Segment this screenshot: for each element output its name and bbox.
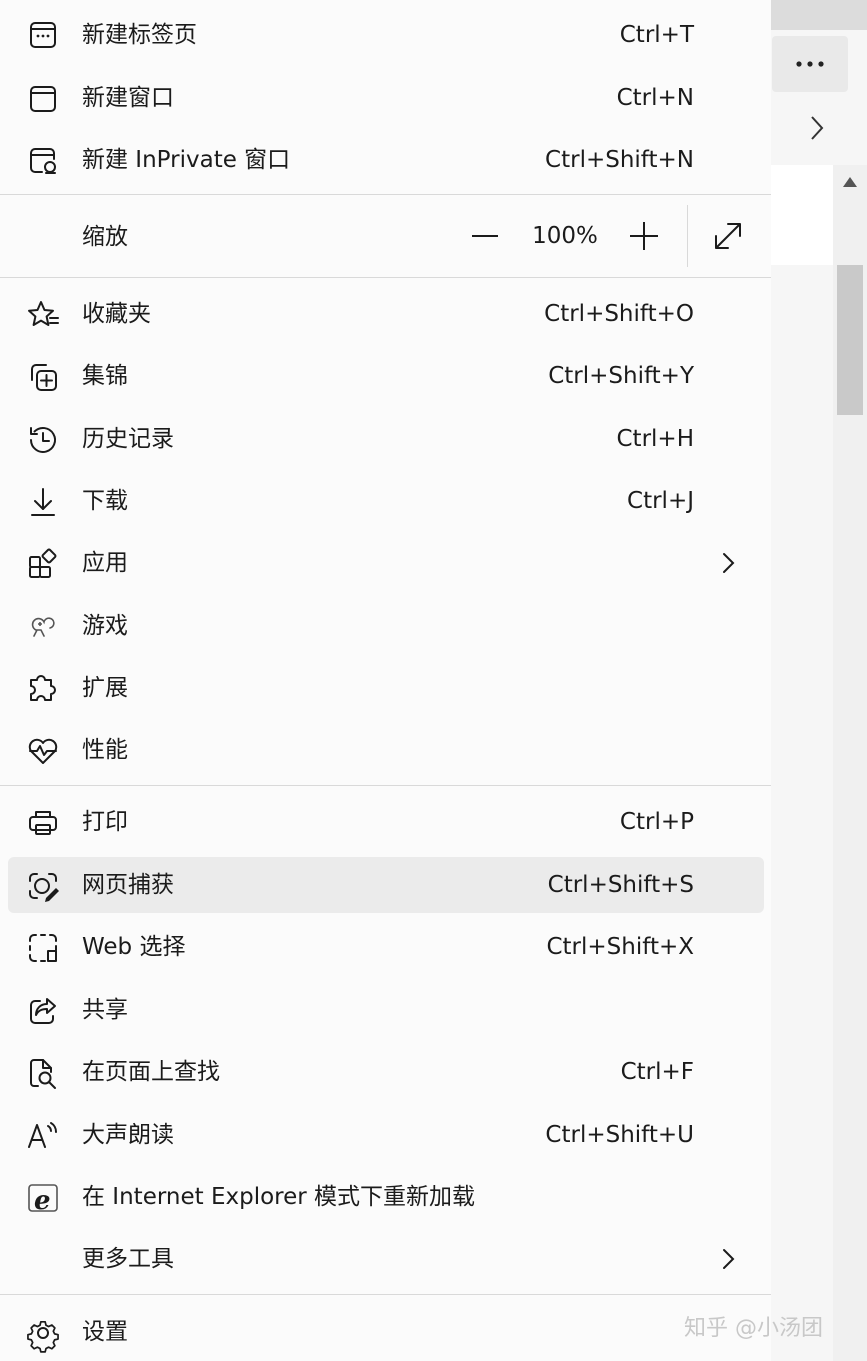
menu-divider bbox=[0, 194, 771, 195]
menu-item-new-inprivate-window[interactable]: 新建 InPrivate 窗口 Ctrl+Shift+N bbox=[8, 132, 764, 188]
menu-item-label: Web 选择 bbox=[82, 934, 186, 960]
settings-icon bbox=[26, 1316, 60, 1353]
menu-item-shortcut: Ctrl+Shift+O bbox=[544, 301, 694, 327]
zoom-level: 100% bbox=[532, 223, 598, 249]
favorites-star-icon bbox=[26, 298, 60, 332]
menu-item-print[interactable]: 打印 Ctrl+P bbox=[8, 794, 764, 850]
menu-item-games[interactable]: 游戏 bbox=[8, 598, 764, 654]
read-aloud-icon bbox=[26, 1119, 60, 1153]
menu-item-label: 大声朗读 bbox=[82, 1122, 174, 1148]
menu-item-read-aloud[interactable]: 大声朗读 Ctrl+Shift+U bbox=[8, 1107, 764, 1163]
menu-item-shortcut: Ctrl+F bbox=[620, 1059, 694, 1085]
menu-divider bbox=[0, 1294, 771, 1295]
menu-item-collections[interactable]: 集锦 Ctrl+Shift+Y bbox=[8, 348, 764, 404]
menu-item-label: 网页捕获 bbox=[82, 872, 174, 898]
menu-item-label: 新建 InPrivate 窗口 bbox=[82, 147, 291, 173]
web-capture-icon bbox=[26, 869, 60, 903]
more-dots-icon bbox=[796, 61, 824, 67]
menu-item-label: 新建标签页 bbox=[82, 22, 197, 48]
menu-item-shortcut: Ctrl+Shift+Y bbox=[548, 363, 694, 389]
zoom-in-button[interactable] bbox=[622, 214, 666, 258]
zoom-out-button[interactable] bbox=[462, 218, 506, 254]
svg-text:e: e bbox=[34, 1186, 51, 1216]
settings-menu: 新建标签页 Ctrl+T 新建窗口 Ctrl+N 新建 InPrivate 窗口… bbox=[0, 0, 771, 1361]
menu-item-shortcut: Ctrl+Shift+N bbox=[545, 147, 694, 173]
menu-divider bbox=[0, 277, 771, 278]
zoom-label: 缩放 bbox=[82, 224, 128, 250]
menu-item-label: 扩展 bbox=[82, 675, 128, 701]
apps-icon bbox=[26, 547, 60, 581]
menu-item-label: 在 Internet Explorer 模式下重新加载 bbox=[82, 1184, 476, 1210]
fullscreen-icon bbox=[715, 223, 741, 249]
menu-item-label: 更多工具 bbox=[82, 1246, 174, 1272]
new-window-icon bbox=[26, 82, 60, 116]
watermark: 知乎 @小汤团 bbox=[684, 1316, 823, 1341]
menu-item-shortcut: Ctrl+H bbox=[616, 426, 695, 452]
new-tab-icon bbox=[26, 19, 60, 53]
menu-item-label: 打印 bbox=[82, 809, 128, 835]
menu-item-label: 性能 bbox=[82, 737, 128, 763]
chevron-right-icon[interactable] bbox=[800, 108, 834, 148]
menu-item-web-capture[interactable]: 网页捕获 Ctrl+Shift+S bbox=[8, 857, 764, 913]
history-icon bbox=[26, 423, 60, 457]
menu-item-shortcut: Ctrl+J bbox=[627, 488, 694, 514]
scrollbar-thumb[interactable] bbox=[837, 265, 863, 415]
menu-item-label: 应用 bbox=[82, 550, 128, 576]
menu-item-shortcut: Ctrl+Shift+U bbox=[545, 1122, 694, 1148]
menu-item-label: 下载 bbox=[82, 488, 128, 514]
print-icon bbox=[26, 806, 60, 840]
chevron-right-icon bbox=[716, 551, 740, 575]
menu-item-shortcut: Ctrl+Shift+S bbox=[547, 872, 694, 898]
menu-item-label: 在页面上查找 bbox=[82, 1059, 220, 1085]
menu-item-reload-in-ie-mode[interactable]: e 在 Internet Explorer 模式下重新加载 bbox=[8, 1169, 764, 1225]
scroll-up-arrow-icon[interactable] bbox=[840, 172, 860, 192]
share-icon bbox=[26, 994, 60, 1028]
menu-item-share[interactable]: 共享 bbox=[8, 982, 764, 1038]
menu-item-label: 共享 bbox=[82, 997, 128, 1023]
ie-mode-icon: e bbox=[26, 1181, 60, 1216]
menu-item-label: 集锦 bbox=[82, 363, 128, 389]
menu-item-new-tab[interactable]: 新建标签页 Ctrl+T bbox=[8, 7, 764, 63]
page-content bbox=[771, 165, 833, 265]
menu-item-downloads[interactable]: 下载 Ctrl+J bbox=[8, 473, 764, 529]
menu-item-performance[interactable]: 性能 bbox=[8, 722, 764, 778]
menu-item-label: 新建窗口 bbox=[82, 85, 174, 111]
close-tab-icon[interactable] bbox=[804, 0, 834, 10]
inprivate-icon bbox=[26, 144, 60, 178]
menu-item-extensions[interactable]: 扩展 bbox=[8, 660, 764, 716]
menu-item-shortcut: Ctrl+P bbox=[619, 809, 694, 835]
menu-item-settings[interactable]: 设置 bbox=[8, 1304, 764, 1360]
menu-item-label: 收藏夹 bbox=[82, 301, 151, 327]
menu-item-shortcut: Ctrl+T bbox=[619, 22, 694, 48]
games-icon bbox=[26, 610, 60, 644]
menu-item-find-on-page[interactable]: 在页面上查找 Ctrl+F bbox=[8, 1044, 764, 1100]
extensions-icon bbox=[26, 672, 60, 706]
collections-icon bbox=[26, 360, 60, 394]
menu-item-label: 游戏 bbox=[82, 613, 128, 639]
find-on-page-icon bbox=[26, 1056, 60, 1090]
zoom-separator bbox=[687, 205, 688, 267]
menu-item-favorites[interactable]: 收藏夹 Ctrl+Shift+O bbox=[8, 286, 764, 342]
performance-icon bbox=[26, 734, 60, 768]
download-icon bbox=[26, 485, 60, 519]
menu-item-more-tools[interactable]: 更多工具 bbox=[8, 1231, 764, 1287]
settings-and-more-button[interactable] bbox=[772, 36, 848, 92]
fullscreen-button[interactable] bbox=[706, 214, 750, 258]
web-select-icon bbox=[26, 931, 60, 965]
menu-item-web-select[interactable]: Web 选择 Ctrl+Shift+X bbox=[8, 919, 764, 975]
chevron-right-icon bbox=[716, 1247, 740, 1271]
menu-divider bbox=[0, 785, 771, 786]
menu-item-apps[interactable]: 应用 bbox=[8, 535, 764, 591]
menu-item-label: 历史记录 bbox=[82, 426, 174, 452]
menu-item-label: 设置 bbox=[82, 1319, 128, 1345]
menu-item-shortcut: Ctrl+N bbox=[616, 85, 694, 111]
menu-item-shortcut: Ctrl+Shift+X bbox=[546, 934, 694, 960]
menu-item-history[interactable]: 历史记录 Ctrl+H bbox=[8, 411, 764, 467]
menu-item-new-window[interactable]: 新建窗口 Ctrl+N bbox=[8, 70, 764, 126]
